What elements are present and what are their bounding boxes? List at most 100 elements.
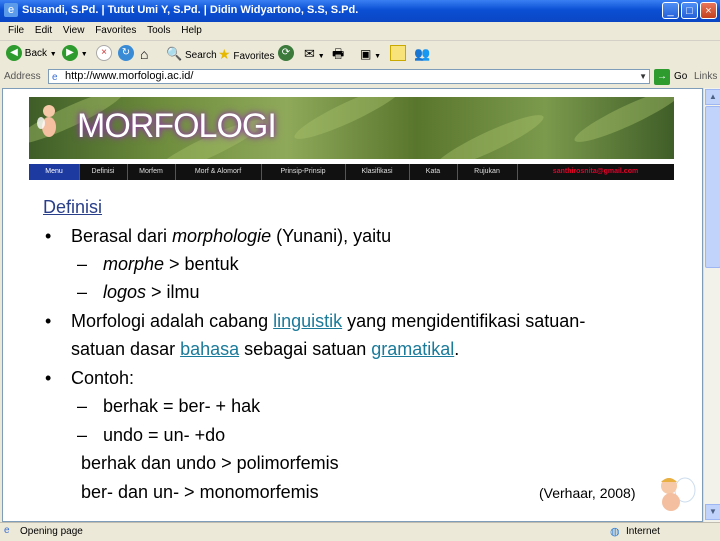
address-input[interactable]: e http://www.morfologi.ac.id/ ▼ xyxy=(48,69,650,84)
bullet-icon: • xyxy=(45,311,52,331)
nav-rujukan[interactable]: Rujukan xyxy=(457,164,518,180)
nav-klasifikasi[interactable]: Klasifikasi xyxy=(345,164,410,180)
scroll-thumb[interactable] xyxy=(705,106,720,268)
star-icon: ★ xyxy=(218,46,231,62)
menu-favorites[interactable]: Favorites xyxy=(95,22,136,40)
notes-icon xyxy=(390,45,406,62)
link-linguistik[interactable]: linguistik xyxy=(273,311,342,331)
links-button[interactable]: Links xyxy=(694,71,717,82)
messenger-button[interactable]: 👥 xyxy=(414,44,430,64)
home-button[interactable]: ⌂ xyxy=(140,44,148,64)
nav-kata[interactable]: Kata xyxy=(409,164,458,180)
link-gramatikal[interactable]: gramatikal xyxy=(371,339,454,359)
chevron-down-icon: ▼ xyxy=(80,51,88,58)
refresh-button[interactable]: ↻ xyxy=(118,44,134,64)
page-viewport: MORFOLOGI Menu Definisi Morfem Morf & Al… xyxy=(2,88,703,522)
menu-bar: File Edit View Favorites Tools Help xyxy=(0,22,720,41)
sub-1: morphe > bentuk xyxy=(103,254,239,275)
menu-view[interactable]: View xyxy=(63,22,85,40)
print-button[interactable]: 🖶 xyxy=(332,44,344,64)
leaf-decoration xyxy=(430,107,548,159)
sub-1-term: morphe xyxy=(103,254,165,274)
messenger-icon: 👥 xyxy=(414,46,431,61)
toolbar: ◀ Back ▼ ▶ ▼ × ↻ ⌂ 🔍 Search ★ Favorites … xyxy=(0,41,720,68)
bullet-2-line-2: satuan dasar bahasa sebagai satuan grama… xyxy=(71,339,459,360)
site-banner: MORFOLOGI xyxy=(29,97,674,159)
cupid-angel-icon xyxy=(661,477,696,511)
bullet-1-text-a: Berasal dari xyxy=(71,226,173,246)
search-button[interactable]: 🔍 Search xyxy=(166,44,217,64)
site-nav: Menu Definisi Morfem Morf & Alomorf Prin… xyxy=(29,164,674,180)
back-button[interactable]: ◀ Back ▼ xyxy=(6,44,57,64)
heading-link[interactable]: Definisi xyxy=(43,197,102,217)
back-arrow-icon: ◀ xyxy=(6,45,22,62)
address-bar: Address e http://www.morfologi.ac.id/ ▼ … xyxy=(0,67,720,87)
maximize-button[interactable]: □ xyxy=(681,2,698,19)
back-label: Back xyxy=(24,48,48,59)
bullet-2-text-e: . xyxy=(454,339,460,359)
leaf-decoration xyxy=(290,97,408,147)
edit-button[interactable]: ▣ ▼ xyxy=(360,44,381,64)
chevron-down-icon: ▼ xyxy=(317,53,325,60)
bullet-2-text-d: sebagai satuan xyxy=(239,339,372,359)
nav-morfem[interactable]: Morfem xyxy=(127,164,176,180)
bullet-2-text-b: yang mengidentifikasi satuan- xyxy=(342,311,586,331)
status-text: Opening page xyxy=(20,526,83,537)
ie-icon: e xyxy=(4,3,18,17)
heading-definisi[interactable]: Definisi xyxy=(43,197,102,218)
status-bar: e Opening page ◍ Internet xyxy=(0,522,720,541)
menu-edit[interactable]: Edit xyxy=(35,22,52,40)
notes-button[interactable] xyxy=(390,44,406,64)
link-bahasa[interactable]: bahasa xyxy=(180,339,239,359)
go-arrow-icon[interactable]: → xyxy=(654,69,670,85)
minimize-button[interactable]: _ xyxy=(662,2,679,19)
sub-2-term: logos xyxy=(103,282,147,302)
scroll-down-icon[interactable]: ▼ xyxy=(705,504,720,520)
stop-button[interactable]: × xyxy=(96,44,112,64)
menu-help[interactable]: Help xyxy=(181,22,202,40)
menu-file[interactable]: File xyxy=(8,22,24,40)
nav-definisi[interactable]: Definisi xyxy=(79,164,128,180)
banner-title: MORFOLOGI xyxy=(77,107,277,145)
example-4: ber- dan un- > monomorfemis xyxy=(81,482,319,502)
edit-icon: ▣ xyxy=(360,47,372,61)
favorites-label: Favorites xyxy=(233,51,275,62)
sub-2-meaning: > ilmu xyxy=(146,282,200,302)
nav-email[interactable]: santhirosnita@gmail.com xyxy=(517,164,674,180)
search-icon: 🔍 xyxy=(166,46,183,61)
citation: (Verhaar, 2008) xyxy=(539,485,636,501)
dash-icon: – xyxy=(77,254,88,274)
mail-button[interactable]: ✉ ▼ xyxy=(304,44,325,64)
chevron-down-icon: ▼ xyxy=(374,53,382,60)
stop-icon: × xyxy=(96,45,112,62)
close-button[interactable]: × xyxy=(700,2,717,19)
nav-morf-alomorf[interactable]: Morf & Alomorf xyxy=(175,164,262,180)
favorites-button[interactable]: ★ Favorites xyxy=(218,44,274,64)
history-icon: ⟳ xyxy=(278,45,294,62)
scroll-up-icon[interactable]: ▲ xyxy=(705,89,720,105)
forward-button[interactable]: ▶ ▼ xyxy=(62,44,88,64)
forward-arrow-icon: ▶ xyxy=(62,45,78,62)
example-3: berhak dan undo > polimorfemis xyxy=(81,453,339,473)
go-button[interactable]: Go xyxy=(674,71,687,82)
address-label: Address xyxy=(4,71,41,82)
mail-icon: ✉ xyxy=(304,46,315,61)
menu-tools[interactable]: Tools xyxy=(147,22,170,40)
bullet-1-text-c: (Yunani), yaitu xyxy=(271,226,392,246)
page-icon: e xyxy=(52,72,58,83)
bullet-icon: • xyxy=(45,368,52,388)
bullet-2-text-c: satuan dasar xyxy=(71,339,181,359)
bullet-1: Berasal dari morphologie (Yunani), yaitu xyxy=(71,226,391,247)
vertical-scrollbar[interactable]: ▲ ▼ xyxy=(703,88,720,522)
search-label: Search xyxy=(184,50,217,61)
title-bar: e Susandi, S.Pd. | Tutut Umi Y, S.Pd. | … xyxy=(0,0,720,22)
dash-icon: – xyxy=(77,282,88,302)
address-url: http://www.morfologi.ac.id/ xyxy=(65,70,194,82)
nav-prinsip[interactable]: Prinsip-Prinsip xyxy=(261,164,346,180)
sub-1-meaning: > bentuk xyxy=(164,254,239,274)
history-button[interactable]: ⟳ xyxy=(278,44,294,64)
bullet-2-text-a: Morfologi adalah cabang xyxy=(71,311,274,331)
globe-icon: ◍ xyxy=(610,526,620,538)
chevron-down-icon: ▼ xyxy=(639,72,647,81)
nav-menu[interactable]: Menu xyxy=(29,164,80,180)
